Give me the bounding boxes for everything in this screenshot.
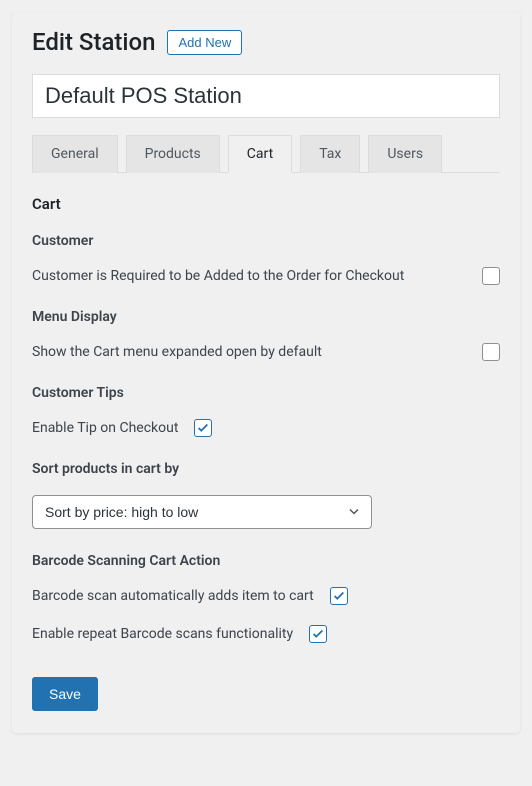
sub-heading-customer-tips: Customer Tips	[32, 385, 500, 401]
check-icon	[196, 421, 210, 435]
label-require-customer: Customer is Required to be Added to the …	[32, 268, 404, 284]
sort-select[interactable]	[32, 495, 372, 529]
add-new-button[interactable]: Add New	[167, 30, 242, 55]
label-enable-tip: Enable Tip on Checkout	[32, 420, 178, 436]
label-barcode-auto-add: Barcode scan automatically adds item to …	[32, 588, 314, 604]
check-icon	[332, 589, 346, 603]
save-button[interactable]: Save	[32, 677, 98, 711]
tabs-bar: General Products Cart Tax Users	[32, 134, 500, 173]
sub-heading-menu-display: Menu Display	[32, 309, 500, 325]
checkbox-menu-expanded[interactable]	[482, 343, 500, 361]
checkbox-barcode-auto-add[interactable]	[330, 587, 348, 605]
tab-tax[interactable]: Tax	[300, 135, 360, 173]
sub-heading-customer: Customer	[32, 233, 500, 249]
tab-users[interactable]: Users	[368, 135, 442, 173]
sort-select-wrap	[32, 495, 500, 529]
sub-heading-sort: Sort products in cart by	[32, 461, 500, 477]
label-menu-expanded: Show the Cart menu expanded open by defa…	[32, 344, 322, 360]
section-heading-cart: Cart	[32, 195, 500, 213]
tab-cart[interactable]: Cart	[228, 135, 292, 173]
field-barcode-repeat: Enable repeat Barcode scans functionalit…	[32, 625, 500, 643]
station-name-input[interactable]	[32, 74, 500, 118]
tab-general[interactable]: General	[32, 135, 118, 173]
field-enable-tip: Enable Tip on Checkout	[32, 419, 500, 437]
field-menu-expanded: Show the Cart menu expanded open by defa…	[32, 343, 500, 361]
edit-station-panel: Edit Station Add New General Products Ca…	[12, 12, 520, 733]
page-title: Edit Station	[32, 28, 155, 56]
checkbox-barcode-repeat[interactable]	[309, 625, 327, 643]
field-barcode-auto-add: Barcode scan automatically adds item to …	[32, 587, 500, 605]
label-barcode-repeat: Enable repeat Barcode scans functionalit…	[32, 626, 293, 642]
tab-products[interactable]: Products	[126, 135, 220, 173]
sub-heading-barcode: Barcode Scanning Cart Action	[32, 553, 500, 569]
page-title-row: Edit Station Add New	[32, 28, 500, 56]
checkbox-enable-tip[interactable]	[194, 419, 212, 437]
field-require-customer: Customer is Required to be Added to the …	[32, 267, 500, 285]
check-icon	[311, 627, 325, 641]
checkbox-require-customer[interactable]	[482, 267, 500, 285]
